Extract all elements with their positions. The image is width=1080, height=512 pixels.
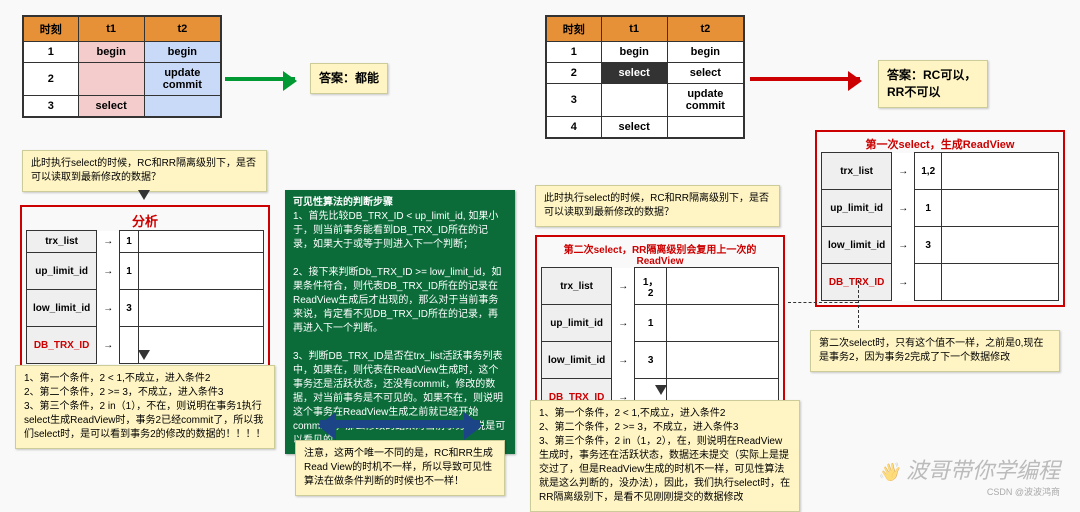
table-row: 4select: [546, 117, 744, 139]
conclusion-3: 第二次select时，只有这个值不一样，之前是0,现在是事务2，因为事务2完成了…: [810, 330, 1060, 372]
watermark: 👋 波哥带你学编程 CSDN @波波鸿商: [877, 453, 1060, 498]
question-2: 此时执行select的时候，RC和RR隔离级别下，是否可以读取到最新修改的数据？: [535, 185, 780, 227]
arrow-green-icon: [225, 77, 295, 81]
table-row: 2selectselect: [546, 63, 744, 84]
table-row: 3update commit: [546, 84, 744, 117]
question-1: 此时执行select的时候，RC和RR隔离级别下，是否可以读取到最新修改的数据？: [22, 150, 267, 192]
steps-title: 可见性算法的判断步骤: [293, 197, 393, 208]
step-1: 1、首先比较DB_TRX_ID < up_limit_id, 如果小于，则当前事…: [293, 211, 498, 250]
connector-line: [858, 280, 859, 328]
arrow-down-icon: [655, 385, 667, 401]
hdr-time: 时刻: [23, 16, 78, 42]
analysis-title: 分析: [26, 211, 264, 230]
note-box: 注意，这两个唯一不同的是，RC和RR生成Read View的时机不一样，所以导致…: [295, 440, 505, 496]
table-row: 3select: [23, 96, 221, 118]
readview-2-title: 第二次select，RR隔离级别会复用上一次的ReadView: [541, 241, 779, 267]
timeline-table-b: 时刻t1t2 1beginbegin 2selectselect 3update…: [545, 15, 745, 139]
readview-panel-c: 第一次select，生成ReadView trx_list→1,2当前系统活跃的…: [815, 130, 1065, 307]
analysis-panel-a: 分析 trx_list→1当前系统活跃的事务列表 up_limit_id→1活跃…: [20, 205, 270, 372]
answer-2: 答案：RC可以，RR不可以: [878, 60, 988, 108]
hdr-t1: t1: [78, 16, 144, 42]
conclusion-1: 1、第一个条件，2 < 1,不成立，进入条件2 2、第二个条件，2 >= 3，不…: [15, 365, 275, 449]
readview-table-c: trx_list→1,2当前系统活跃的事务列表 up_limit_id→1活跃事…: [821, 152, 1059, 301]
connector-line: [788, 302, 858, 303]
conclusion-2: 1、第一个条件，2 < 1,不成立，进入条件2 2、第二个条件，2 >= 3，不…: [530, 400, 800, 512]
arrow-down-icon: [138, 350, 150, 366]
table-row: 2update commit: [23, 63, 221, 96]
step-2: 2、接下来判断Db_TRX_ID >= low_limit_id，如果条件符合，…: [293, 267, 501, 334]
arrow-red-icon: [750, 77, 860, 81]
hdr-t2: t2: [144, 16, 221, 42]
table-row: 1beginbegin: [23, 42, 221, 63]
table-row: 1beginbegin: [546, 42, 744, 63]
readview-1-title: 第一次select，生成ReadView: [821, 136, 1059, 152]
answer-1: 答案：都能: [310, 63, 388, 94]
readview-table-a: trx_list→1当前系统活跃的事务列表 up_limit_id→1活跃事务列…: [26, 230, 264, 364]
arrow-down-icon: [138, 190, 150, 206]
timeline-table-a: 时刻t1t2 1beginbegin 2update commit 3selec…: [22, 15, 222, 118]
double-arrow-blue-icon: [320, 420, 480, 428]
